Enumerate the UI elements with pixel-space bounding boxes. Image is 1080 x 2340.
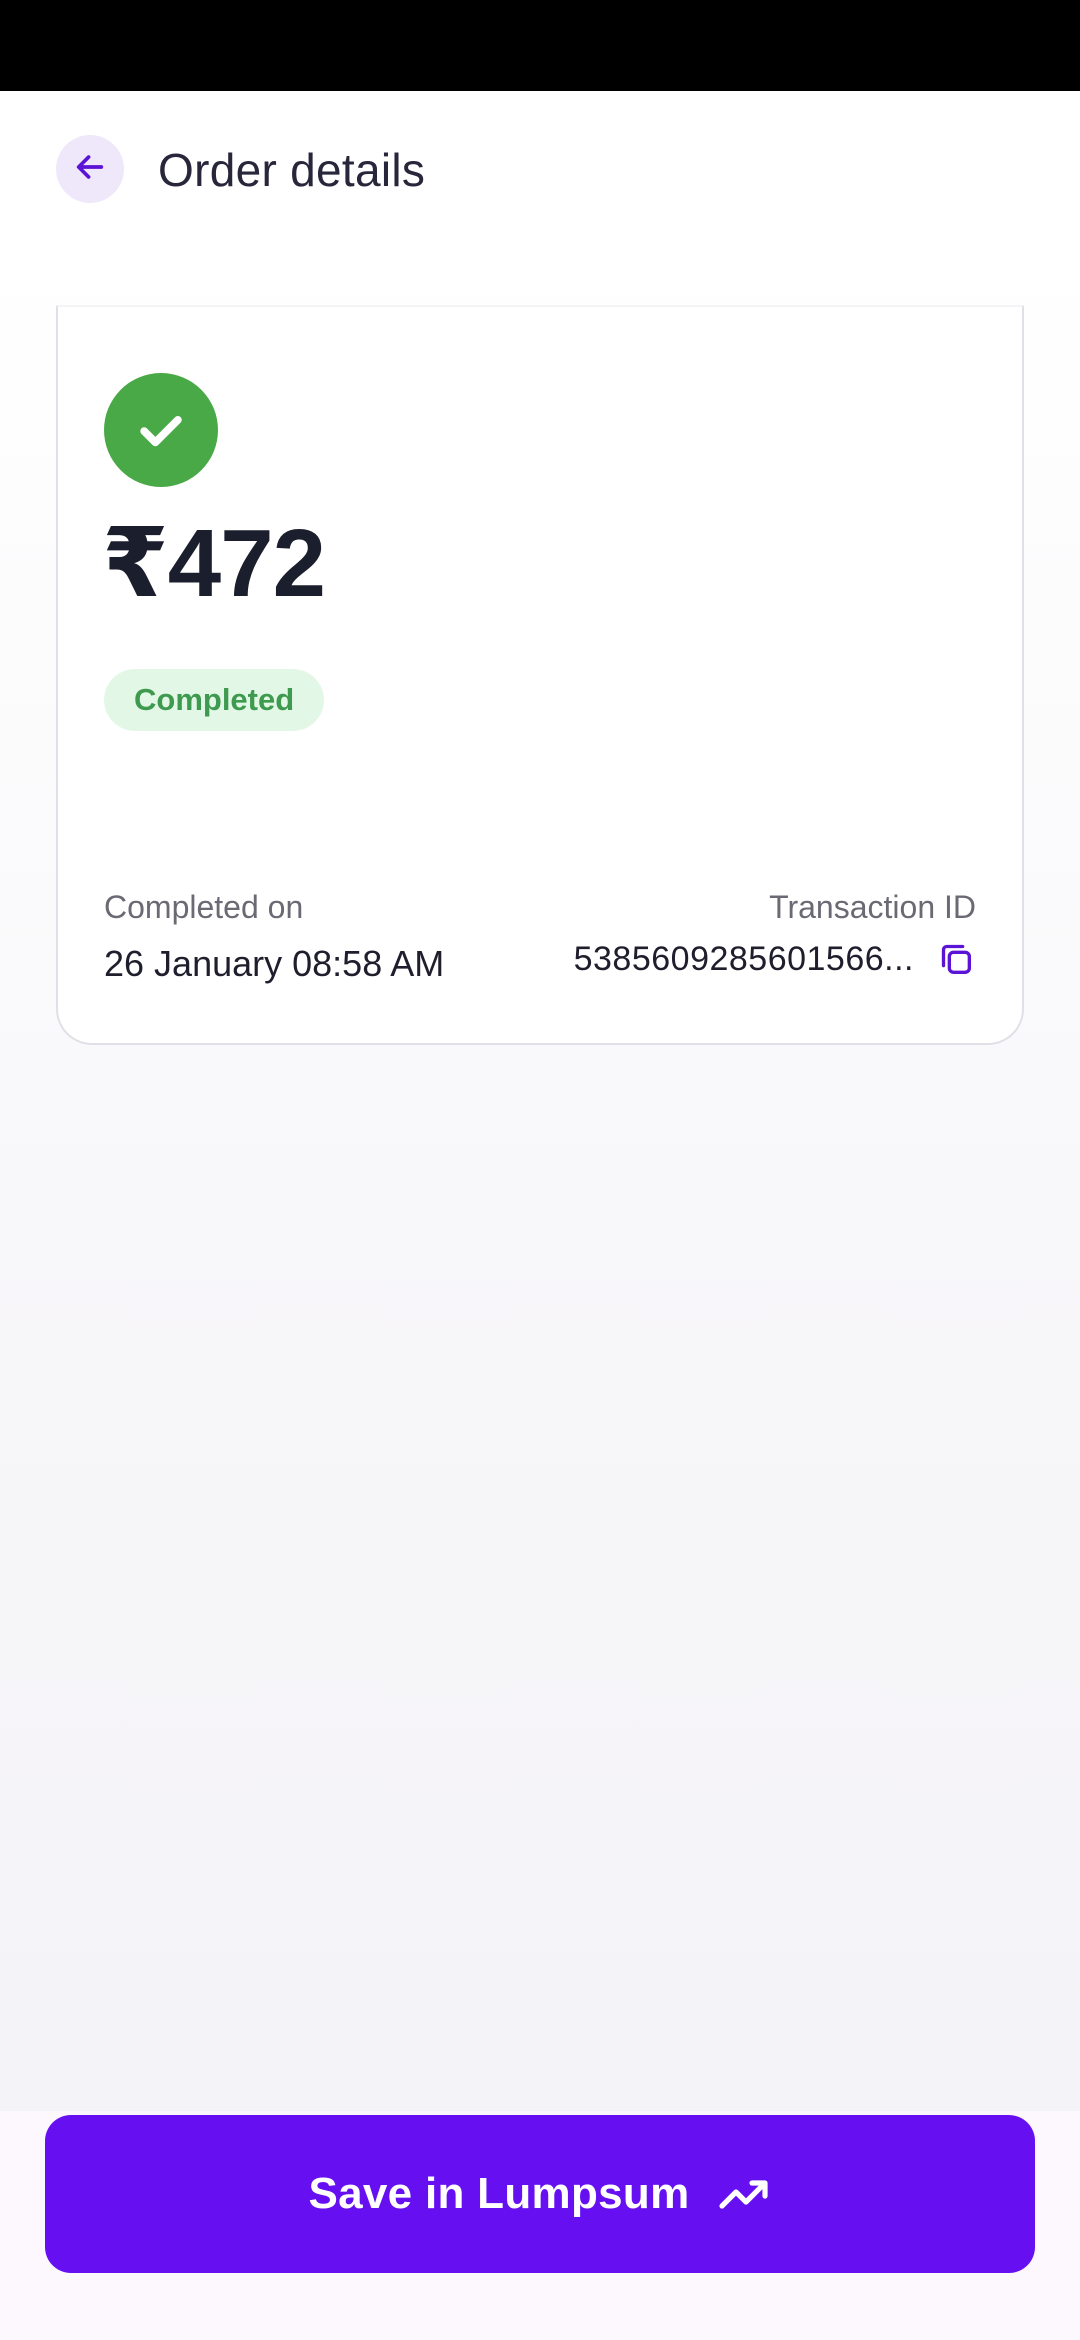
page-title: Order details	[158, 144, 426, 196]
copy-icon[interactable]	[936, 939, 976, 979]
app-bar: Order details	[0, 91, 1080, 251]
transaction-id-label: Transaction ID	[769, 889, 976, 925]
save-in-lumpsum-button[interactable]: Save in Lumpsum	[45, 2115, 1035, 2273]
status-bar	[0, 0, 1080, 91]
arrow-left-icon	[73, 150, 107, 189]
completed-on-value: 26 January 08:58 AM	[104, 943, 445, 984]
back-button[interactable]	[56, 135, 124, 203]
trending-up-icon	[718, 2174, 772, 2214]
order-amount: ₹472	[102, 510, 326, 617]
transaction-id-value: 5385609285601566...	[573, 939, 914, 978]
save-in-lumpsum-label: Save in Lumpsum	[308, 2169, 690, 2218]
completed-on-label: Completed on	[104, 889, 304, 925]
transaction-id-row: 5385609285601566...	[574, 939, 976, 979]
order-card: ₹472 Completed Completed on 26 January 0…	[56, 305, 1024, 1045]
status-badge: Completed	[104, 669, 325, 731]
check-circle-icon	[104, 373, 218, 487]
